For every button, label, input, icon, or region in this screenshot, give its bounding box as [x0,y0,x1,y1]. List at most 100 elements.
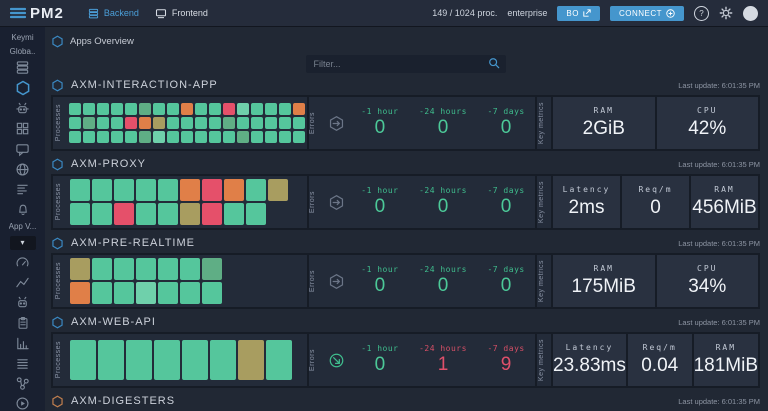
process-cell[interactable] [251,117,263,129]
bo-button[interactable]: BO [557,5,600,21]
process-cell[interactable] [153,103,165,115]
process-cell[interactable] [195,117,207,129]
process-cell[interactable] [69,131,81,143]
process-cell[interactable] [139,103,151,115]
process-cell[interactable] [125,131,137,143]
process-cell[interactable] [92,179,112,201]
modules-grid-icon[interactable] [15,121,31,136]
process-cell[interactable] [180,258,200,280]
process-cell[interactable] [70,258,90,280]
app-name[interactable]: AXM-PRE-REALTIME [71,237,195,249]
process-cell[interactable] [223,103,235,115]
process-cell[interactable] [70,282,90,304]
process-cell[interactable] [181,131,193,143]
process-cell[interactable] [180,282,200,304]
servers-icon[interactable] [15,60,31,75]
tab-frontend[interactable]: Frontend [155,8,208,19]
process-cell[interactable] [223,117,235,129]
metrics-bars-icon[interactable] [15,182,31,197]
process-cell[interactable] [153,131,165,143]
process-cell[interactable] [69,117,81,129]
robot-icon[interactable] [15,101,31,116]
process-cell[interactable] [293,131,305,143]
process-cell[interactable] [246,203,266,225]
process-cell[interactable] [237,103,249,115]
process-cell[interactable] [202,282,222,304]
dependencies-icon[interactable] [15,376,31,391]
process-cell[interactable] [114,258,134,280]
process-cell[interactable] [167,117,179,129]
robot-profiling-icon[interactable] [15,295,31,310]
process-cell[interactable] [202,179,222,201]
globe-icon[interactable] [15,162,31,177]
process-cell[interactable] [268,179,288,201]
logs-list-icon[interactable] [15,356,31,371]
process-cell[interactable] [265,103,277,115]
process-cell[interactable] [246,179,266,201]
process-cell[interactable] [158,282,178,304]
process-cell[interactable] [70,179,90,201]
bell-icon[interactable] [15,202,31,217]
play-circle-icon[interactable] [15,396,31,411]
process-cell[interactable] [136,203,156,225]
gear-icon[interactable] [719,6,733,20]
process-cell[interactable] [83,103,95,115]
process-cell[interactable] [98,340,124,380]
process-cell[interactable] [209,131,221,143]
process-cell[interactable] [293,117,305,129]
process-cell[interactable] [139,131,151,143]
app-name[interactable]: AXM-PROXY [71,158,146,170]
process-cell[interactable] [97,103,109,115]
process-cell[interactable] [195,131,207,143]
process-cell[interactable] [180,179,200,201]
process-cell[interactable] [126,340,152,380]
pm2-logo[interactable]: PM2 [10,5,64,22]
connect-button[interactable]: CONNECT [609,5,684,21]
process-cell[interactable] [97,131,109,143]
process-cell[interactable] [209,103,221,115]
process-cell[interactable] [202,203,222,225]
process-cell[interactable] [223,131,235,143]
app-name[interactable]: AXM-DIGESTERS [71,395,175,407]
histogram-icon[interactable] [15,335,31,350]
hexagon-apps-icon[interactable] [15,80,31,96]
process-cell[interactable] [136,282,156,304]
process-cell[interactable] [210,340,236,380]
line-chart-icon[interactable] [15,275,31,290]
process-cell[interactable] [92,258,112,280]
dashboard-gauge-icon[interactable] [15,255,31,270]
process-cell[interactable] [114,203,134,225]
process-cell[interactable] [136,179,156,201]
process-cell[interactable] [111,103,123,115]
help-icon[interactable]: ? [694,5,709,21]
process-cell[interactable] [158,179,178,201]
app-name[interactable]: AXM-INTERACTION-APP [71,79,218,91]
process-cell[interactable] [279,117,291,129]
process-cell[interactable] [83,117,95,129]
process-cell[interactable] [158,258,178,280]
process-cell[interactable] [111,117,123,129]
process-cell[interactable] [209,117,221,129]
process-cell[interactable] [224,179,244,201]
process-cell[interactable] [182,340,208,380]
report-clipboard-icon[interactable] [15,315,31,330]
process-cell[interactable] [195,103,207,115]
filter-input[interactable] [305,54,506,73]
tab-backend[interactable]: Backend [88,8,139,19]
chat-icon[interactable] [15,142,31,157]
process-cell[interactable] [279,103,291,115]
process-cell[interactable] [251,131,263,143]
process-cell[interactable] [167,131,179,143]
process-cell[interactable] [158,203,178,225]
process-cell[interactable] [293,103,305,115]
process-cell[interactable] [83,131,95,143]
process-cell[interactable] [69,103,81,115]
process-cell[interactable] [114,282,134,304]
process-cell[interactable] [266,340,292,380]
process-cell[interactable] [181,117,193,129]
process-cell[interactable] [251,103,263,115]
process-cell[interactable] [202,258,222,280]
process-cell[interactable] [237,117,249,129]
process-cell[interactable] [265,117,277,129]
user-avatar[interactable] [743,5,758,21]
